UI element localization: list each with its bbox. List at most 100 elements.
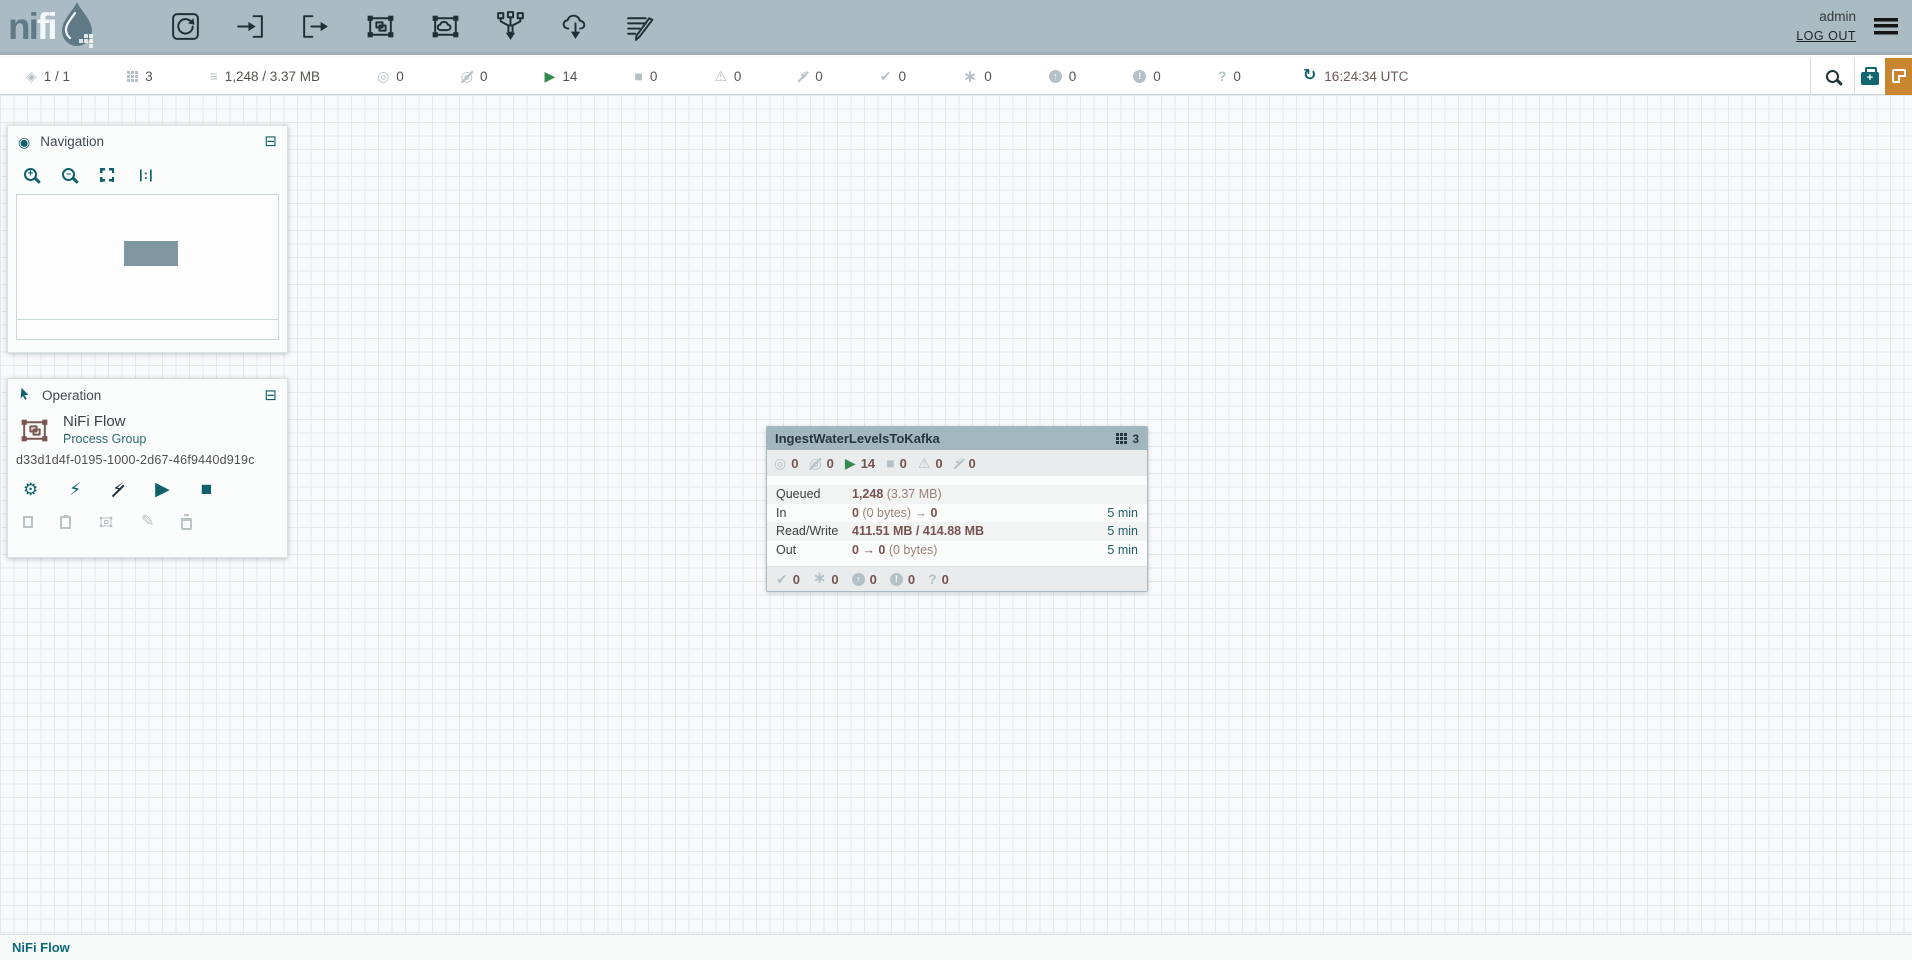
selected-process-group-icon <box>18 413 51 448</box>
active-threads-icon <box>1116 433 1127 444</box>
cluster-icon: ◈ <box>26 69 37 83</box>
notification-button[interactable] <box>1885 58 1912 95</box>
stat-stopped: ■0 <box>634 69 657 84</box>
disabled-icon: ⚡ <box>954 456 964 470</box>
stat-active-threads: 3 <box>127 69 153 84</box>
pg-stat-invalid: ⚠0 <box>918 456 943 471</box>
remote-process-group-icon[interactable] <box>428 9 462 43</box>
pg-row-queued: Queued 1,248 (3.37 MB) <box>767 485 1147 504</box>
stat-transmitting: ◎0 <box>377 69 404 84</box>
birdseye-map[interactable] <box>16 194 279 320</box>
pg-row-out: Out 0 → 0 (0 bytes) 5 min <box>767 541 1147 560</box>
stat-up-to-date: ✔0 <box>880 69 906 84</box>
funnel-icon[interactable] <box>493 9 527 43</box>
queued-icon: ≡ <box>210 69 218 83</box>
up-to-date-icon: ✔ <box>776 572 788 586</box>
color-icon[interactable]: ✎ <box>141 514 154 530</box>
logo-text-ni: ni <box>8 6 37 47</box>
flow-status-bar: ◈1 / 1 3 ≡1,248 / 3.37 MB ◎0 ◎0 ▶14 ■0 ⚠… <box>0 58 1912 95</box>
copy-icon[interactable] <box>23 516 33 528</box>
running-icon: ▶ <box>545 69 556 83</box>
pg-locally-modified: ∗0 <box>813 571 839 587</box>
current-user: admin <box>1819 7 1856 27</box>
stopped-icon: ■ <box>634 69 642 83</box>
process-group-component[interactable]: IngestWaterLevelsToKafka 3 ◎0 ◎0 ▶14 ■0 … <box>766 426 1148 592</box>
process-group-status-row: ◎0 ◎0 ▶14 ■0 ⚠0 ⚡0 <box>767 450 1147 476</box>
paste-icon[interactable] <box>60 516 71 529</box>
start-icon[interactable]: ▶ <box>155 480 170 499</box>
zoom-actual-icon[interactable]: |:| <box>139 167 154 182</box>
running-icon: ▶ <box>845 456 856 470</box>
refresh-icon[interactable]: ↻ <box>1303 68 1316 84</box>
label-icon[interactable] <box>623 9 657 43</box>
stat-locally-modified-stale: !0 <box>1133 69 1161 84</box>
disabled-icon: ⚡ <box>798 69 808 83</box>
process-group-active-threads: 3 <box>1116 432 1139 446</box>
logout-link[interactable]: LOG OUT <box>1796 27 1856 46</box>
search-button[interactable] <box>1811 58 1854 95</box>
process-group-name: IngestWaterLevelsToKafka <box>775 431 940 446</box>
pg-stat-stopped: ■0 <box>886 456 907 471</box>
breadcrumb-bar: NiFi Flow <box>0 934 1912 960</box>
flow-canvas[interactable]: ◉ Navigation ⊟ |:| Operation ⊟ NiFi Flow <box>0 95 1912 934</box>
toolbox-button[interactable] <box>1855 58 1885 95</box>
selected-flow-id: d33d1d4f-0195-1000-2d67-46f9440d919c <box>8 448 287 467</box>
process-group-version-row: ✔0 ∗0 ↑0 !0 ?0 <box>767 566 1147 591</box>
pg-sync-failure: ?0 <box>928 572 949 587</box>
invalid-icon: ⚠ <box>918 456 931 470</box>
stale-icon: ↑ <box>1049 70 1062 83</box>
locally-modified-icon: ∗ <box>963 68 977 85</box>
output-port-icon[interactable] <box>298 9 332 43</box>
birdseye-process-group-rect[interactable] <box>124 241 178 266</box>
collapse-operation-icon[interactable]: ⊟ <box>264 388 277 403</box>
pg-row-in: In 0 (0 bytes) → 0 5 min <box>767 504 1147 523</box>
stat-stale: ↑0 <box>1049 69 1077 84</box>
stat-invalid: ⚠0 <box>714 69 741 84</box>
collapse-navigation-icon[interactable]: ⊟ <box>264 134 277 149</box>
enable-icon[interactable]: ⚡ <box>69 481 81 498</box>
delete-icon[interactable] <box>181 514 192 530</box>
group-icon[interactable] <box>98 514 114 530</box>
transmitting-icon: ◎ <box>377 69 389 83</box>
disable-icon[interactable]: ⚡ <box>112 481 124 498</box>
stat-disabled: ⚡0 <box>798 69 822 84</box>
zoom-in-icon[interactable] <box>24 168 37 181</box>
template-icon[interactable] <box>558 9 592 43</box>
transmitting-icon: ◎ <box>774 456 786 470</box>
operation-panel-title: Operation <box>42 388 101 403</box>
locally-modified-stale-icon: ! <box>890 573 903 586</box>
not-transmitting-icon: ◎ <box>461 69 473 83</box>
zoom-fit-icon[interactable] <box>100 168 114 182</box>
process-group-icon[interactable] <box>363 9 397 43</box>
last-refreshed: ↻ 16:24:34 UTC <box>1303 68 1408 84</box>
stopped-icon: ■ <box>886 456 894 470</box>
pg-row-read-write: Read/Write 411.51 MB / 414.88 MB 5 min <box>767 522 1147 541</box>
navigation-panel-title: Navigation <box>40 134 104 149</box>
stale-icon: ↑ <box>852 573 865 586</box>
processor-icon[interactable] <box>168 9 202 43</box>
birdseye-strip <box>16 319 279 340</box>
note-icon <box>1892 69 1906 83</box>
global-menu-icon[interactable] <box>1874 18 1898 35</box>
stat-sync-failure: ?0 <box>1218 69 1241 84</box>
pg-stat-disabled: ⚡0 <box>954 456 976 471</box>
stat-locally-modified: ∗0 <box>963 68 992 85</box>
locally-modified-icon: ∗ <box>813 571 826 587</box>
pg-stat-not-transmitting: ◎0 <box>809 456 833 471</box>
pg-stat-transmitting: ◎0 <box>774 456 798 471</box>
component-toolbar <box>168 9 657 43</box>
stat-queued: ≡1,248 / 3.37 MB <box>210 69 320 84</box>
breadcrumb[interactable]: NiFi Flow <box>12 940 70 955</box>
zoom-out-icon[interactable] <box>62 168 75 181</box>
stop-icon[interactable]: ■ <box>201 480 212 499</box>
compass-icon: ◉ <box>18 135 30 149</box>
nifi-droplet-icon <box>54 1 100 51</box>
active-threads-icon <box>127 71 138 82</box>
input-port-icon[interactable] <box>233 9 267 43</box>
nifi-logo: nifi <box>0 0 140 54</box>
navigation-panel: ◉ Navigation ⊟ |:| <box>7 125 288 353</box>
not-transmitting-icon: ◎ <box>809 456 821 470</box>
app-header: nifi <box>0 0 1912 55</box>
configure-icon[interactable]: ⚙ <box>23 481 38 498</box>
stat-not-transmitting: ◎0 <box>461 69 488 84</box>
